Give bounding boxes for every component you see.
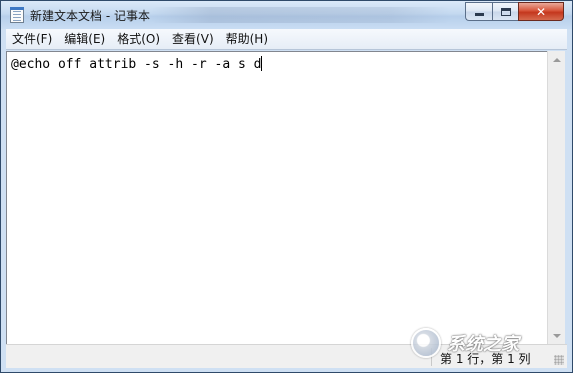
chevron-up-icon <box>552 57 561 62</box>
minimize-icon <box>474 13 484 16</box>
maximize-icon <box>500 7 511 16</box>
menu-format[interactable]: 格式(O) <box>111 30 166 49</box>
title-bar[interactable]: 新建文本文档 - 记事本 ✕ <box>1 1 572 29</box>
close-icon: ✕ <box>535 4 547 19</box>
vertical-scrollbar[interactable] <box>547 51 565 344</box>
close-button[interactable]: ✕ <box>518 2 564 21</box>
caption-buttons: ✕ <box>465 2 564 21</box>
editor-content[interactable]: @echo off attrib -s -h -r -a s d <box>11 56 263 72</box>
menu-bar: 文件(F) 编辑(E) 格式(O) 查看(V) 帮助(H) <box>6 29 567 50</box>
text-editor-area[interactable]: @echo off attrib -s -h -r -a s d <box>6 51 547 344</box>
title-bar-glass-blur <box>151 7 451 23</box>
watermark-text: 系统之家 <box>447 334 519 355</box>
minimize-button[interactable] <box>465 2 492 21</box>
notepad-icon[interactable] <box>10 7 24 23</box>
editor-text: @echo off attrib -s -h -r -a s d <box>11 57 262 72</box>
menu-edit[interactable]: 编辑(E) <box>58 30 111 49</box>
watermark-logo-icon <box>411 328 441 358</box>
window-title: 新建文本文档 - 记事本 <box>30 9 150 23</box>
text-caret <box>261 56 263 71</box>
menu-help[interactable]: 帮助(H) <box>220 30 274 49</box>
notepad-window: 新建文本文档 - 记事本 ✕ 文件(F) 编辑(E) 格式(O) 查看(V) 帮… <box>0 0 573 373</box>
scroll-up-button[interactable] <box>548 51 565 68</box>
watermark: 系统之家 <box>411 323 561 363</box>
maximize-button[interactable] <box>492 2 518 21</box>
menu-view[interactable]: 查看(V) <box>166 30 220 49</box>
menu-file[interactable]: 文件(F) <box>6 30 58 49</box>
